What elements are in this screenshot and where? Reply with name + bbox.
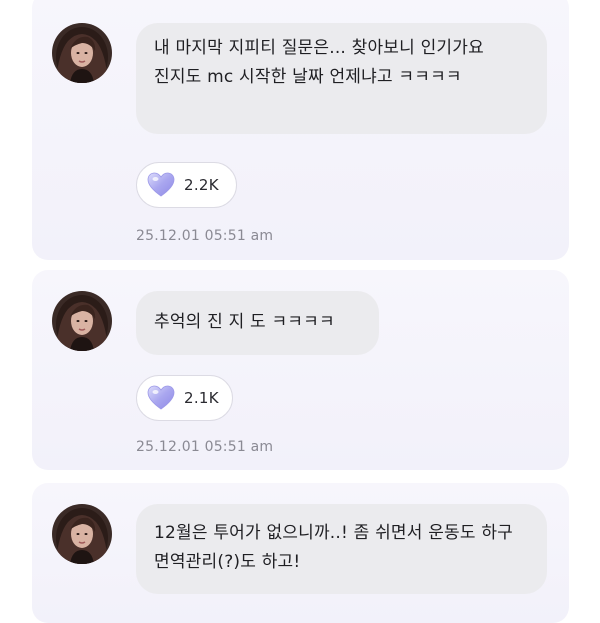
comment-timestamp: 25.12.01 05:51 am [136, 439, 274, 455]
like-button[interactable]: 2.1K [136, 375, 233, 421]
comment-text: 12월은 투어가 없으니까..! 좀 쉬면서 운동도 하구 면역관리(?)도 하… [136, 504, 547, 594]
like-count: 2.2K [184, 176, 219, 194]
like-button[interactable]: 2.2K [136, 162, 237, 208]
comment-card: 12월은 투어가 없으니까..! 좀 쉬면서 운동도 하구 면역관리(?)도 하… [32, 483, 569, 623]
like-count: 2.1K [184, 389, 219, 407]
comment-timestamp: 25.12.01 05:51 am [136, 228, 274, 244]
comment-text: 내 마지막 지피티 질문은... 찾아보니 인기가요 진지도 mc 시작한 날짜… [136, 23, 547, 134]
heart-icon [147, 172, 175, 198]
comment-text: 추억의 진 지 도 ㅋㅋㅋㅋ [136, 291, 379, 355]
comment-card: 추억의 진 지 도 ㅋㅋㅋㅋ 2.1K 25.12.01 05:51 am [32, 270, 569, 470]
heart-icon [147, 385, 175, 411]
avatar[interactable] [52, 23, 112, 83]
avatar[interactable] [52, 504, 112, 564]
avatar[interactable] [52, 291, 112, 351]
comment-feed: 내 마지막 지피티 질문은... 찾아보니 인기가요 진지도 mc 시작한 날짜… [0, 0, 600, 623]
comment-card: 내 마지막 지피티 질문은... 찾아보니 인기가요 진지도 mc 시작한 날짜… [32, 0, 569, 260]
